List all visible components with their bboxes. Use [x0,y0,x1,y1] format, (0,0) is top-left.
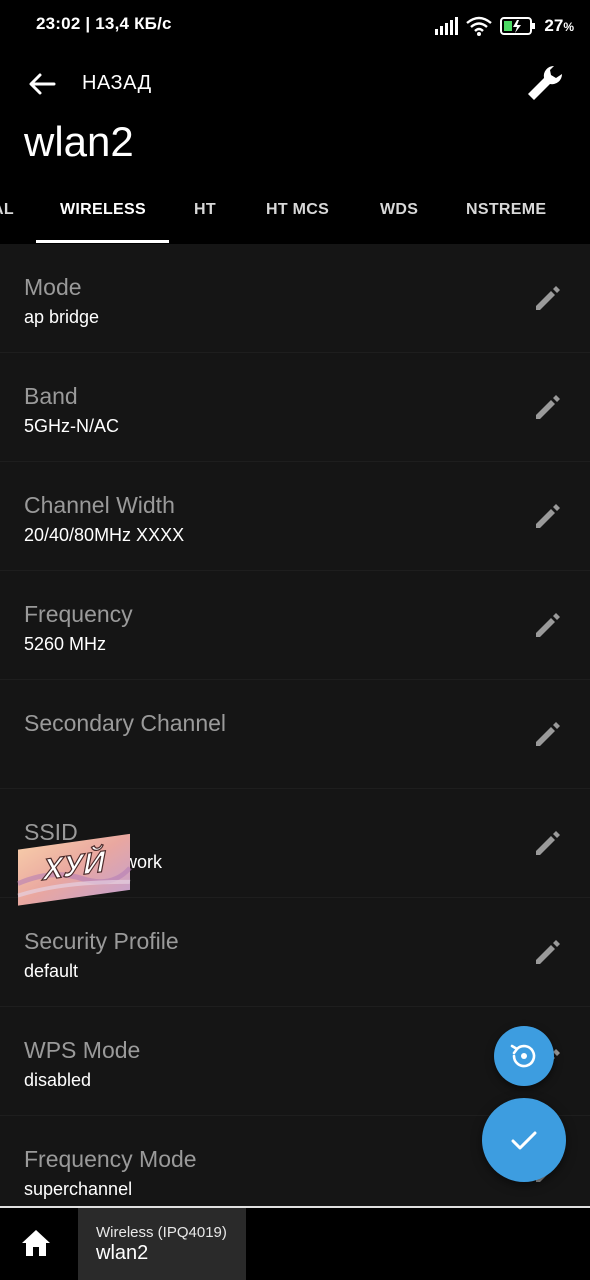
battery-percent: 27% [544,16,574,35]
apply-fab-button[interactable] [482,1098,566,1182]
pencil-icon[interactable] [532,827,564,859]
tab-nstreme[interactable]: NSTREME [466,186,546,244]
setting-row-band[interactable]: Band 5GHz-N/AC [0,353,590,462]
setting-title: Channel Width [24,492,175,518]
status-bar: 23:02 | 13,4 КБ/с 27% [0,0,590,52]
setting-title: Mode [24,274,82,300]
setting-row-channel-width[interactable]: Channel Width 20/40/80MHz XXXX [0,462,590,571]
battery-charging-icon [500,17,536,35]
tab-wds[interactable]: WDS [380,186,418,244]
setting-title: Security Profile [24,928,179,954]
setting-row-secondary-channel[interactable]: Secondary Channel [0,680,590,789]
tab-ht-mcs[interactable]: HT MCS [266,186,329,244]
status-time: 23:02 | 13,4 КБ/с [36,14,172,33]
window-tab-title: wlan2 [96,1242,149,1264]
setting-row-security-profile[interactable]: Security Profile default [0,898,590,1007]
setting-title: Secondary Channel [24,710,227,736]
page-title: wlan2 [24,118,134,165]
checkmark-icon [511,1131,537,1150]
active-tab-indicator [36,240,169,243]
tab-bar: AL WIRELESS HT HT MCS WDS NSTREME [0,186,590,244]
tab-wireless[interactable]: WIRELESS [60,186,146,244]
setting-row-frequency[interactable]: Frequency 5260 MHz [0,571,590,680]
pencil-icon[interactable] [532,936,564,968]
setting-value: 5260 MHz [24,634,107,654]
pencil-icon[interactable] [532,391,564,423]
open-window-tab[interactable]: Wireless (IPQ4019) wlan2 [78,1208,246,1280]
pencil-icon[interactable] [532,718,564,750]
wrench-icon[interactable] [524,62,568,106]
app-bar: НАЗАД wlan2 AL WIRELESS HT HT MCS WDS NS… [0,52,590,244]
setting-title: WPS Mode [24,1037,141,1063]
home-icon [22,1230,50,1256]
back-button[interactable]: НАЗАД [82,72,152,95]
home-button[interactable] [0,1208,78,1280]
setting-row-mode[interactable]: Mode ap bridge [0,244,590,353]
setting-value: ap bridge [24,307,100,327]
setting-value: disabled [24,1070,92,1090]
tab-ht[interactable]: HT [194,186,216,244]
back-arrow-icon[interactable] [26,68,58,100]
setting-title: Frequency Mode [24,1146,197,1172]
setting-title: Frequency [24,601,133,627]
setting-value: superchannel [24,1179,133,1199]
pencil-icon[interactable] [532,500,564,532]
tab-general[interactable]: AL [0,186,14,244]
pencil-icon[interactable] [532,282,564,314]
setting-value: 20/40/80MHz XXXX [24,525,185,545]
window-tab-subtitle: Wireless (IPQ4019) [96,1224,227,1241]
pencil-icon[interactable] [532,609,564,641]
signal-icon [435,17,459,35]
setting-title: Band [24,383,78,409]
setting-value: default [24,961,79,981]
bottom-bar: Wireless (IPQ4019) wlan2 [0,1206,590,1280]
restore-icon [510,1044,536,1068]
wifi-icon [466,16,493,36]
reset-fab-button[interactable] [494,1026,554,1086]
status-icons: 27% [434,14,574,38]
setting-value: 5GHz-N/AC [24,416,120,436]
